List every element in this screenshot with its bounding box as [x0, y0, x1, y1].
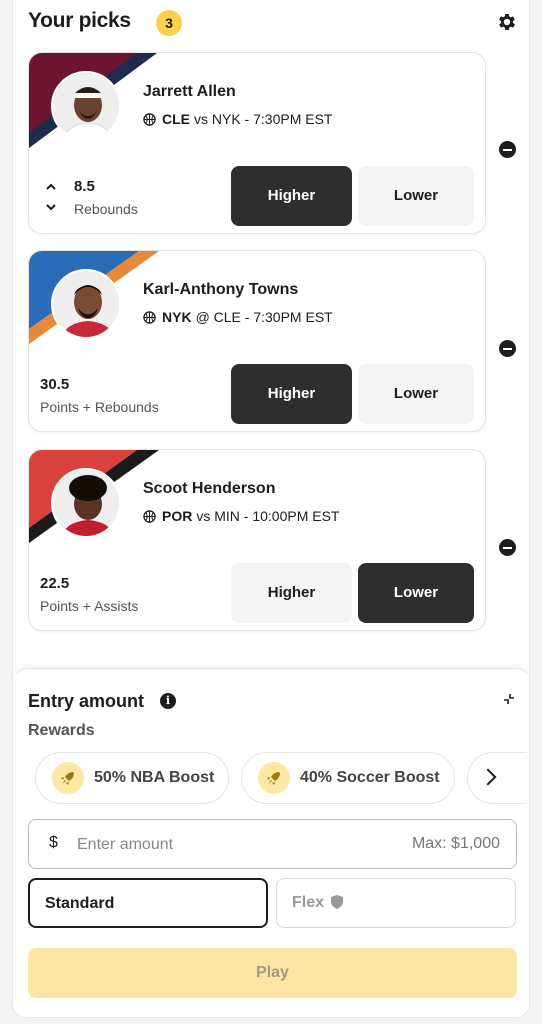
stat-line: 22.5 — [40, 575, 70, 592]
remove-pick-icon[interactable] — [499, 539, 516, 556]
basketball-icon — [143, 112, 156, 126]
higher-button[interactable]: Higher — [231, 364, 352, 424]
lower-button[interactable]: Lower — [358, 563, 474, 623]
lower-button[interactable]: Lower — [358, 364, 474, 424]
game-time: vs MIN - 10:00PM EST — [196, 508, 340, 524]
player-name: Karl-Anthony Towns — [143, 281, 299, 298]
pick-card: Jarrett Allen CLE vs NYK - 7:30PM EST 8.… — [28, 52, 486, 234]
amount-input[interactable] — [77, 830, 337, 860]
picks-panel: Your picks 3 Jarrett Allen CLE vs NYK - … — [12, 0, 530, 1018]
rocket-icon — [52, 762, 84, 794]
entry-amount-panel: Entry amount i Rewards 50% NBA Boost 40%… — [13, 668, 529, 1017]
picks-header: Your picks 3 — [28, 8, 518, 38]
player-name: Scoot Henderson — [143, 480, 276, 497]
currency-symbol: $ — [49, 834, 58, 851]
standard-mode-button[interactable]: Standard — [28, 878, 268, 928]
stat-type: Rebounds — [74, 201, 138, 217]
matchup-info: POR vs MIN - 10:00PM EST — [143, 508, 340, 524]
standard-mode-label: Standard — [45, 895, 115, 912]
rewards-label: Rewards — [28, 722, 95, 739]
remove-pick-icon[interactable] — [499, 340, 516, 357]
stat-type: Points + Rebounds — [40, 399, 159, 415]
basketball-icon — [143, 509, 156, 523]
team-abbr: CLE — [162, 111, 190, 127]
gear-icon[interactable] — [496, 11, 518, 33]
flex-mode-button[interactable]: Flex — [276, 878, 516, 928]
stat-type: Points + Assists — [40, 598, 139, 614]
game-time: vs NYK - 7:30PM EST — [194, 111, 333, 127]
rewards-next-button[interactable] — [467, 752, 527, 804]
shield-icon — [331, 895, 344, 909]
matchup-info: NYK @ CLE - 7:30PM EST — [143, 309, 333, 325]
entry-amount-title: Entry amount — [28, 691, 145, 711]
chevron-down-icon[interactable] — [45, 201, 57, 213]
stat-line: 8.5 — [74, 178, 95, 195]
stat-line: 30.5 — [40, 376, 70, 393]
player-name: Jarrett Allen — [143, 83, 236, 100]
pick-card: Scoot Henderson POR vs MIN - 10:00PM EST… — [28, 449, 486, 631]
reward-chip[interactable]: 40% Soccer Boost — [241, 752, 455, 804]
rocket-icon — [258, 762, 290, 794]
matchup-info: CLE vs NYK - 7:30PM EST — [143, 111, 332, 127]
higher-button[interactable]: Higher — [231, 563, 352, 623]
player-avatar — [51, 269, 121, 339]
chevron-right-icon — [479, 768, 497, 786]
page-title: Your picks — [28, 9, 131, 32]
pick-card: Karl-Anthony Towns NYK @ CLE - 7:30PM ES… — [28, 250, 486, 432]
team-abbr: POR — [162, 508, 193, 524]
info-icon[interactable]: i — [160, 693, 176, 709]
team-abbr: NYK — [162, 309, 192, 325]
remove-pick-icon[interactable] — [499, 141, 516, 158]
reward-label: 40% Soccer Boost — [300, 769, 440, 786]
higher-button[interactable]: Higher — [231, 166, 352, 226]
lower-button[interactable]: Lower — [358, 166, 474, 226]
game-time: @ CLE - 7:30PM EST — [195, 309, 333, 325]
chevron-up-icon[interactable] — [45, 181, 57, 193]
play-button[interactable]: Play — [28, 948, 517, 998]
player-avatar — [51, 468, 121, 538]
entry-amount-field: $ Max: $1,000 — [28, 819, 517, 869]
picks-count-badge: 3 — [156, 10, 182, 36]
reward-label: 50% NBA Boost — [94, 769, 215, 786]
basketball-icon — [143, 310, 156, 324]
max-amount-label: Max: $1,000 — [411, 835, 500, 852]
flex-mode-label: Flex — [292, 894, 325, 911]
player-avatar — [51, 71, 121, 141]
reward-chip[interactable]: 50% NBA Boost — [35, 752, 230, 804]
collapse-icon[interactable] — [501, 691, 517, 707]
